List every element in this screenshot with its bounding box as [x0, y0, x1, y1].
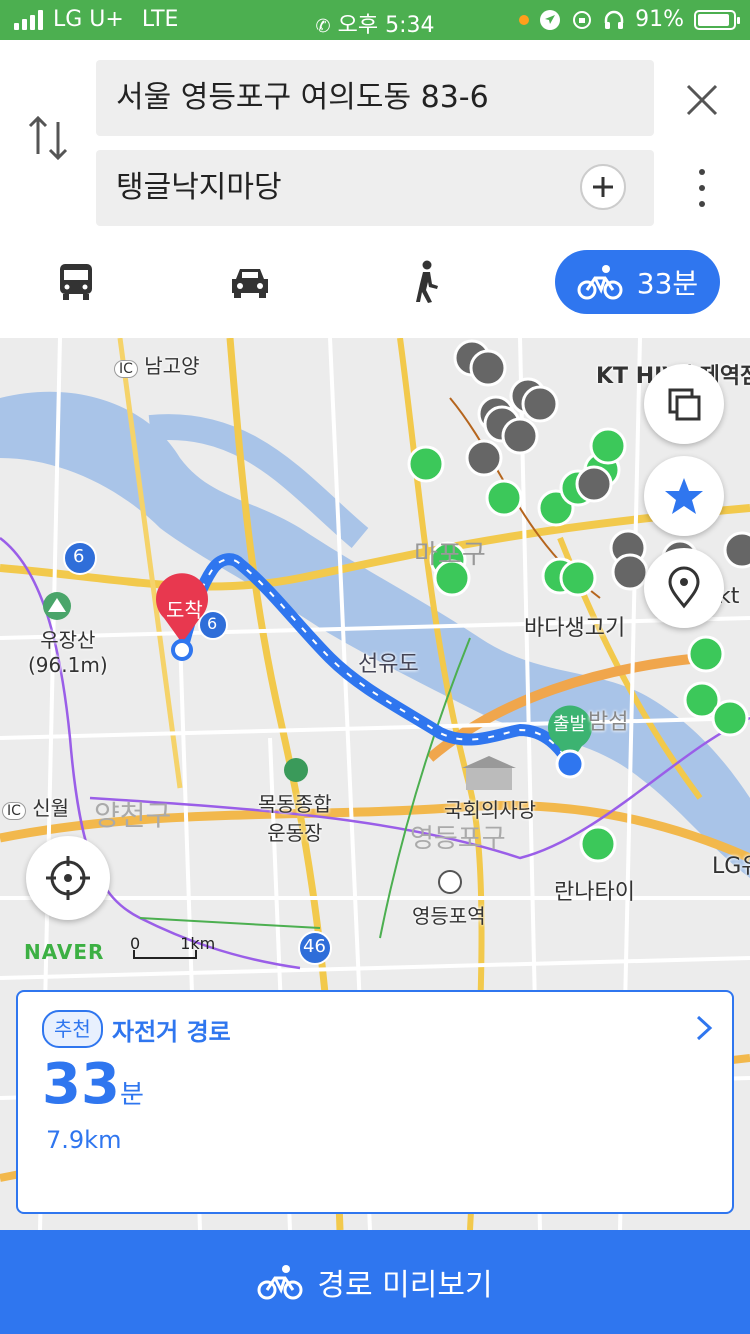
travel-time: 33분 [42, 1052, 144, 1117]
travel-time-unit: 분 [119, 1080, 144, 1110]
arrival-label: 도착 [166, 598, 203, 622]
map-label-lg: LG유 [712, 854, 750, 879]
route-6-number-left: 6 [73, 546, 85, 567]
route-preview-button[interactable]: 경로 미리보기 [0, 1230, 750, 1334]
map-scale: 0 1km [130, 934, 216, 953]
battery-fill [698, 13, 729, 26]
chevron-right-icon[interactable] [694, 1014, 714, 1042]
landmark-icon [462, 756, 516, 790]
battery-icon [694, 9, 740, 30]
origin-input[interactable]: 서울 영등포구 여의도동 83-6 [96, 60, 654, 136]
bus-icon [60, 264, 92, 300]
departure-label: 출발 [553, 714, 587, 735]
travel-distance: 7.9km [46, 1126, 122, 1154]
map-label-yeongdeungpo-station: 영등포역 [412, 904, 486, 928]
current-location-button[interactable] [26, 836, 110, 920]
travel-mode-tabs: 33분 [0, 250, 750, 314]
swap-arrows-icon[interactable] [26, 112, 70, 164]
tab-bicycle[interactable]: 33분 [555, 250, 720, 314]
map-label-mapo: 마포구 [414, 540, 486, 570]
close-icon[interactable] [680, 78, 724, 122]
headphones-icon [604, 10, 624, 29]
destination-input[interactable]: 탱글낙지마당 [96, 150, 654, 226]
bicycle-time-label: 33분 [636, 267, 699, 300]
favorites-button[interactable] [644, 456, 724, 536]
mountain-icon [43, 592, 71, 620]
bicycle-icon [257, 1265, 303, 1300]
location-arrow-icon [540, 9, 561, 30]
location-pin-button[interactable] [644, 548, 724, 628]
location-pin-icon [668, 566, 700, 609]
map-label-rannatai: 란나타이 [554, 880, 635, 905]
car-icon [232, 269, 268, 298]
route-summary-card[interactable]: 추천 자전거 경로 33분 7.9km [16, 990, 734, 1214]
naver-logo: NAVER [24, 940, 105, 964]
map-label-yeongdeungpo-gu: 영등포구 [410, 824, 506, 854]
recommended-badge: 추천 [42, 1010, 103, 1048]
tab-transit[interactable] [40, 250, 112, 314]
rotation-lock-icon [573, 10, 592, 29]
map-label-namgoyang: IC 남고양 [114, 350, 199, 379]
map-label-yangcheon: 양천구 [94, 799, 172, 832]
route-46-number: 46 [303, 936, 326, 957]
plus-icon [593, 177, 613, 197]
mic-indicator-dot [519, 14, 530, 25]
subway-station-icon [438, 870, 462, 894]
map-label-ujangsan: 우장산 (96.1m) [28, 628, 108, 677]
stadium-icon [284, 758, 308, 782]
layers-icon [668, 388, 701, 421]
map-label-bamseom: 밤섬 [588, 710, 629, 735]
tab-car[interactable] [214, 250, 286, 314]
route-preview-label: 경로 미리보기 [317, 1268, 493, 1303]
crosshair-icon [46, 856, 90, 900]
status-bar: LG U+ LTE ✆ 오후 5:34 91% [0, 0, 750, 40]
layers-button[interactable] [644, 364, 724, 444]
phone-icon: ✆ [315, 16, 331, 37]
more-vertical-icon[interactable] [690, 168, 714, 208]
add-waypoint-button[interactable] [580, 164, 626, 210]
bicycle-icon [577, 265, 623, 300]
map-label-sinwol: IC 신월 [2, 792, 69, 821]
battery-percent: 91% [635, 7, 684, 32]
route-6-number-right: 6 [207, 614, 218, 633]
tab-walk[interactable] [390, 250, 462, 314]
clock: 오후 5:34 [337, 13, 435, 38]
route-type-title: 자전거 경로 [112, 1018, 231, 1046]
route-search-panel: 서울 영등포구 여의도동 83-6 탱글낙지마당 33분 [0, 40, 750, 338]
map-label-mokdong: 목동종합 운동장 [258, 792, 332, 845]
travel-time-value: 33 [42, 1052, 120, 1117]
map-label-seonyudo: 선유도 [358, 652, 419, 677]
map-label-badasaenggogi: 바다생고기 [524, 616, 626, 641]
star-icon [665, 478, 703, 514]
walking-icon [416, 260, 438, 303]
